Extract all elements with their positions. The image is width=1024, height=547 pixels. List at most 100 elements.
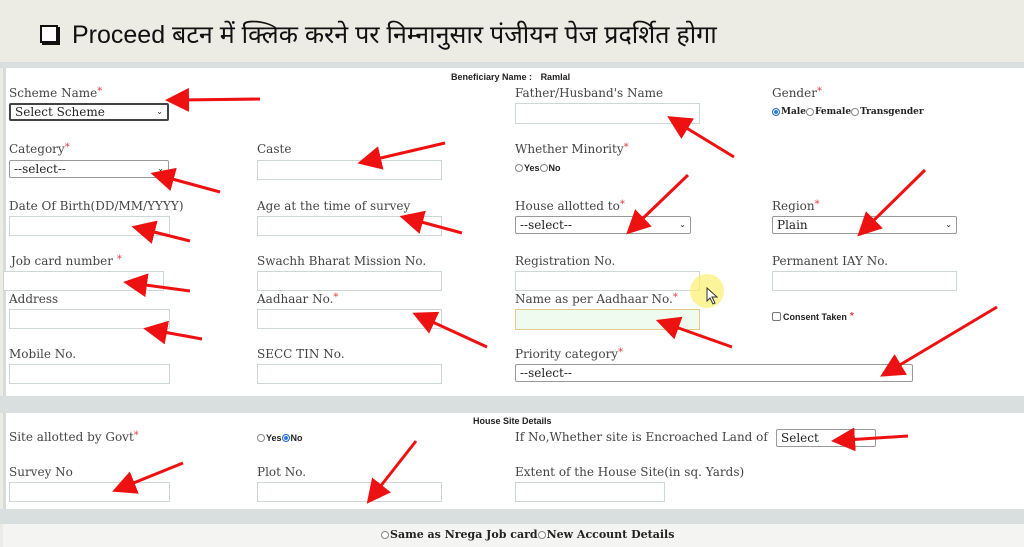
permanent-iay-no-label: Permanent IAY No. xyxy=(772,254,888,268)
priority-category-select[interactable]: --select-- ⌄ xyxy=(515,364,913,382)
site-allotted-label: Site allotted by Govt* xyxy=(9,430,139,444)
father-husband-name-input[interactable] xyxy=(515,103,700,124)
chevron-down-icon: ⌄ xyxy=(901,368,908,377)
required-star: * xyxy=(133,430,139,441)
name-as-per-aadhaar-input[interactable] xyxy=(515,309,700,330)
required-star: * xyxy=(116,254,122,265)
slide-title: Proceed बटन में क्लिक करने पर निम्नानुसा… xyxy=(40,16,717,52)
minority-radio-group: Yes No xyxy=(515,163,561,173)
swachh-bharat-no-label: Swachh Bharat Mission No. xyxy=(257,254,426,268)
gender-radio-transgender[interactable] xyxy=(851,108,860,116)
site-allotted-radio-group: Yes No xyxy=(257,433,303,443)
region-label: Region* xyxy=(772,199,820,213)
region-label-text: Region xyxy=(772,199,815,213)
site-allotted-option-no-label: No xyxy=(290,433,303,443)
minority-radio-yes[interactable] xyxy=(515,164,523,172)
house-allotted-to-label: House allotted to* xyxy=(515,199,625,213)
gender-label: Gender* xyxy=(772,86,822,100)
account-radio-group: Same as Nrega Job card New Account Detai… xyxy=(381,528,674,541)
whether-minority-label-text: Whether Minority xyxy=(515,142,624,156)
dob-input[interactable] xyxy=(9,216,170,236)
plot-no-label: Plot No. xyxy=(257,465,306,479)
slide-title-text: Proceed बटन में क्लिक करने पर निम्नानुसा… xyxy=(72,21,717,49)
whether-minority-label: Whether Minority* xyxy=(515,142,629,156)
category-label: Category* xyxy=(9,142,70,156)
swachh-bharat-no-input[interactable] xyxy=(257,271,442,291)
age-at-survey-input[interactable] xyxy=(257,216,442,236)
site-allotted-radio-yes[interactable] xyxy=(257,434,265,442)
job-card-number-label-text: Job card number xyxy=(11,254,113,268)
consent-taken: Consent Taken * xyxy=(772,311,854,322)
encroached-land-label-text: If No,Whether site is Encroached Land of xyxy=(515,430,768,444)
region-select[interactable]: Plain ⌄ xyxy=(772,216,957,234)
address-label-text: Address xyxy=(9,292,59,306)
plot-no-input[interactable] xyxy=(257,482,442,502)
encroached-land-select[interactable]: Select ⌄ xyxy=(776,429,876,447)
required-star: * xyxy=(814,199,820,210)
survey-no-label: Survey No xyxy=(9,465,73,479)
checkbox-bullet-icon xyxy=(40,25,58,43)
consent-taken-label: Consent Taken xyxy=(783,311,847,322)
name-as-per-aadhaar-label-text: Name as per Aadhaar No. xyxy=(515,292,673,306)
extent-input[interactable] xyxy=(515,482,665,502)
gender-option-female-label: Female xyxy=(814,107,852,117)
aadhaar-no-label: Aadhaar No.* xyxy=(257,292,338,306)
house-allotted-to-select[interactable]: --select-- ⌄ xyxy=(515,216,691,234)
address-input[interactable] xyxy=(9,309,170,329)
gender-option-male-label: Male xyxy=(781,107,806,117)
plot-no-label-text: Plot No. xyxy=(257,465,307,479)
survey-no-input[interactable] xyxy=(9,482,170,502)
account-radio-new-account[interactable] xyxy=(537,530,546,539)
dob-label-text: Date Of Birth(DD/MM/YYYY) xyxy=(9,199,184,213)
required-star: * xyxy=(849,311,854,322)
consent-taken-checkbox[interactable] xyxy=(772,312,781,321)
chevron-down-icon: ⌄ xyxy=(945,220,952,229)
father-husband-name-label-text: Father/Husband's Name xyxy=(515,86,664,100)
encroached-land-select-value: Select xyxy=(781,431,819,445)
priority-category-select-value: --select-- xyxy=(520,366,572,380)
section-divider-band xyxy=(0,509,1024,524)
house-allotted-to-select-value: --select-- xyxy=(520,218,572,232)
gender-radio-female[interactable] xyxy=(805,108,814,116)
gender-option-transgender-label: Transgender xyxy=(860,107,924,117)
minority-radio-no[interactable] xyxy=(539,164,548,172)
site-allotted-label-text: Site allotted by Govt xyxy=(9,430,134,444)
site-allotted-option-yes-label: Yes xyxy=(266,433,282,443)
name-as-per-aadhaar-label: Name as per Aadhaar No.* xyxy=(515,292,678,306)
caste-input[interactable] xyxy=(257,160,442,180)
job-card-number-input[interactable] xyxy=(3,271,164,291)
site-allotted-radio-no[interactable] xyxy=(281,434,290,442)
scheme-name-select[interactable]: Select Scheme ⌄ xyxy=(9,103,169,121)
priority-category-label-text: Priority category xyxy=(515,347,619,361)
required-star: * xyxy=(816,86,822,97)
gender-radio-male[interactable] xyxy=(772,108,780,116)
minority-option-yes-label: Yes xyxy=(524,163,540,173)
account-option-same-as-nrega-label: Same as Nrega Job card xyxy=(390,528,538,541)
section-divider-band xyxy=(0,396,1024,413)
address-label: Address xyxy=(9,292,58,306)
secc-tin-no-input[interactable] xyxy=(257,364,442,384)
survey-no-label-text: Survey No xyxy=(9,465,73,479)
scheme-name-label-text: Scheme Name xyxy=(9,86,98,100)
required-star: * xyxy=(672,292,678,303)
chevron-down-icon: ⌄ xyxy=(679,220,686,229)
permanent-iay-no-input[interactable] xyxy=(772,271,957,291)
encroached-land-label: If No,Whether site is Encroached Land of xyxy=(515,430,768,444)
category-select[interactable]: --select-- ⌄ xyxy=(9,160,169,178)
extent-label: Extent of the House Site(in sq. Yards) xyxy=(515,465,744,479)
secc-tin-no-label-text: SECC TIN No. xyxy=(257,347,345,361)
extent-label-text: Extent of the House Site(in sq. Yards) xyxy=(515,465,745,479)
chevron-down-icon: ⌄ xyxy=(864,433,871,442)
mobile-no-label: Mobile No. xyxy=(9,347,76,361)
priority-category-label: Priority category* xyxy=(515,347,623,361)
scheme-name-label: Scheme Name* xyxy=(9,86,102,100)
region-select-value: Plain xyxy=(777,218,808,232)
beneficiary-name-value: Ramlal xyxy=(540,72,571,82)
chevron-down-icon: ⌄ xyxy=(157,164,164,173)
mobile-no-input[interactable] xyxy=(9,364,170,384)
registration-no-input[interactable] xyxy=(515,271,700,291)
gender-radio-group: Male Female Transgender xyxy=(772,107,924,117)
minority-option-no-label: No xyxy=(548,163,561,173)
aadhaar-no-input[interactable] xyxy=(257,309,442,329)
account-radio-same-as-nrega[interactable] xyxy=(381,530,389,539)
